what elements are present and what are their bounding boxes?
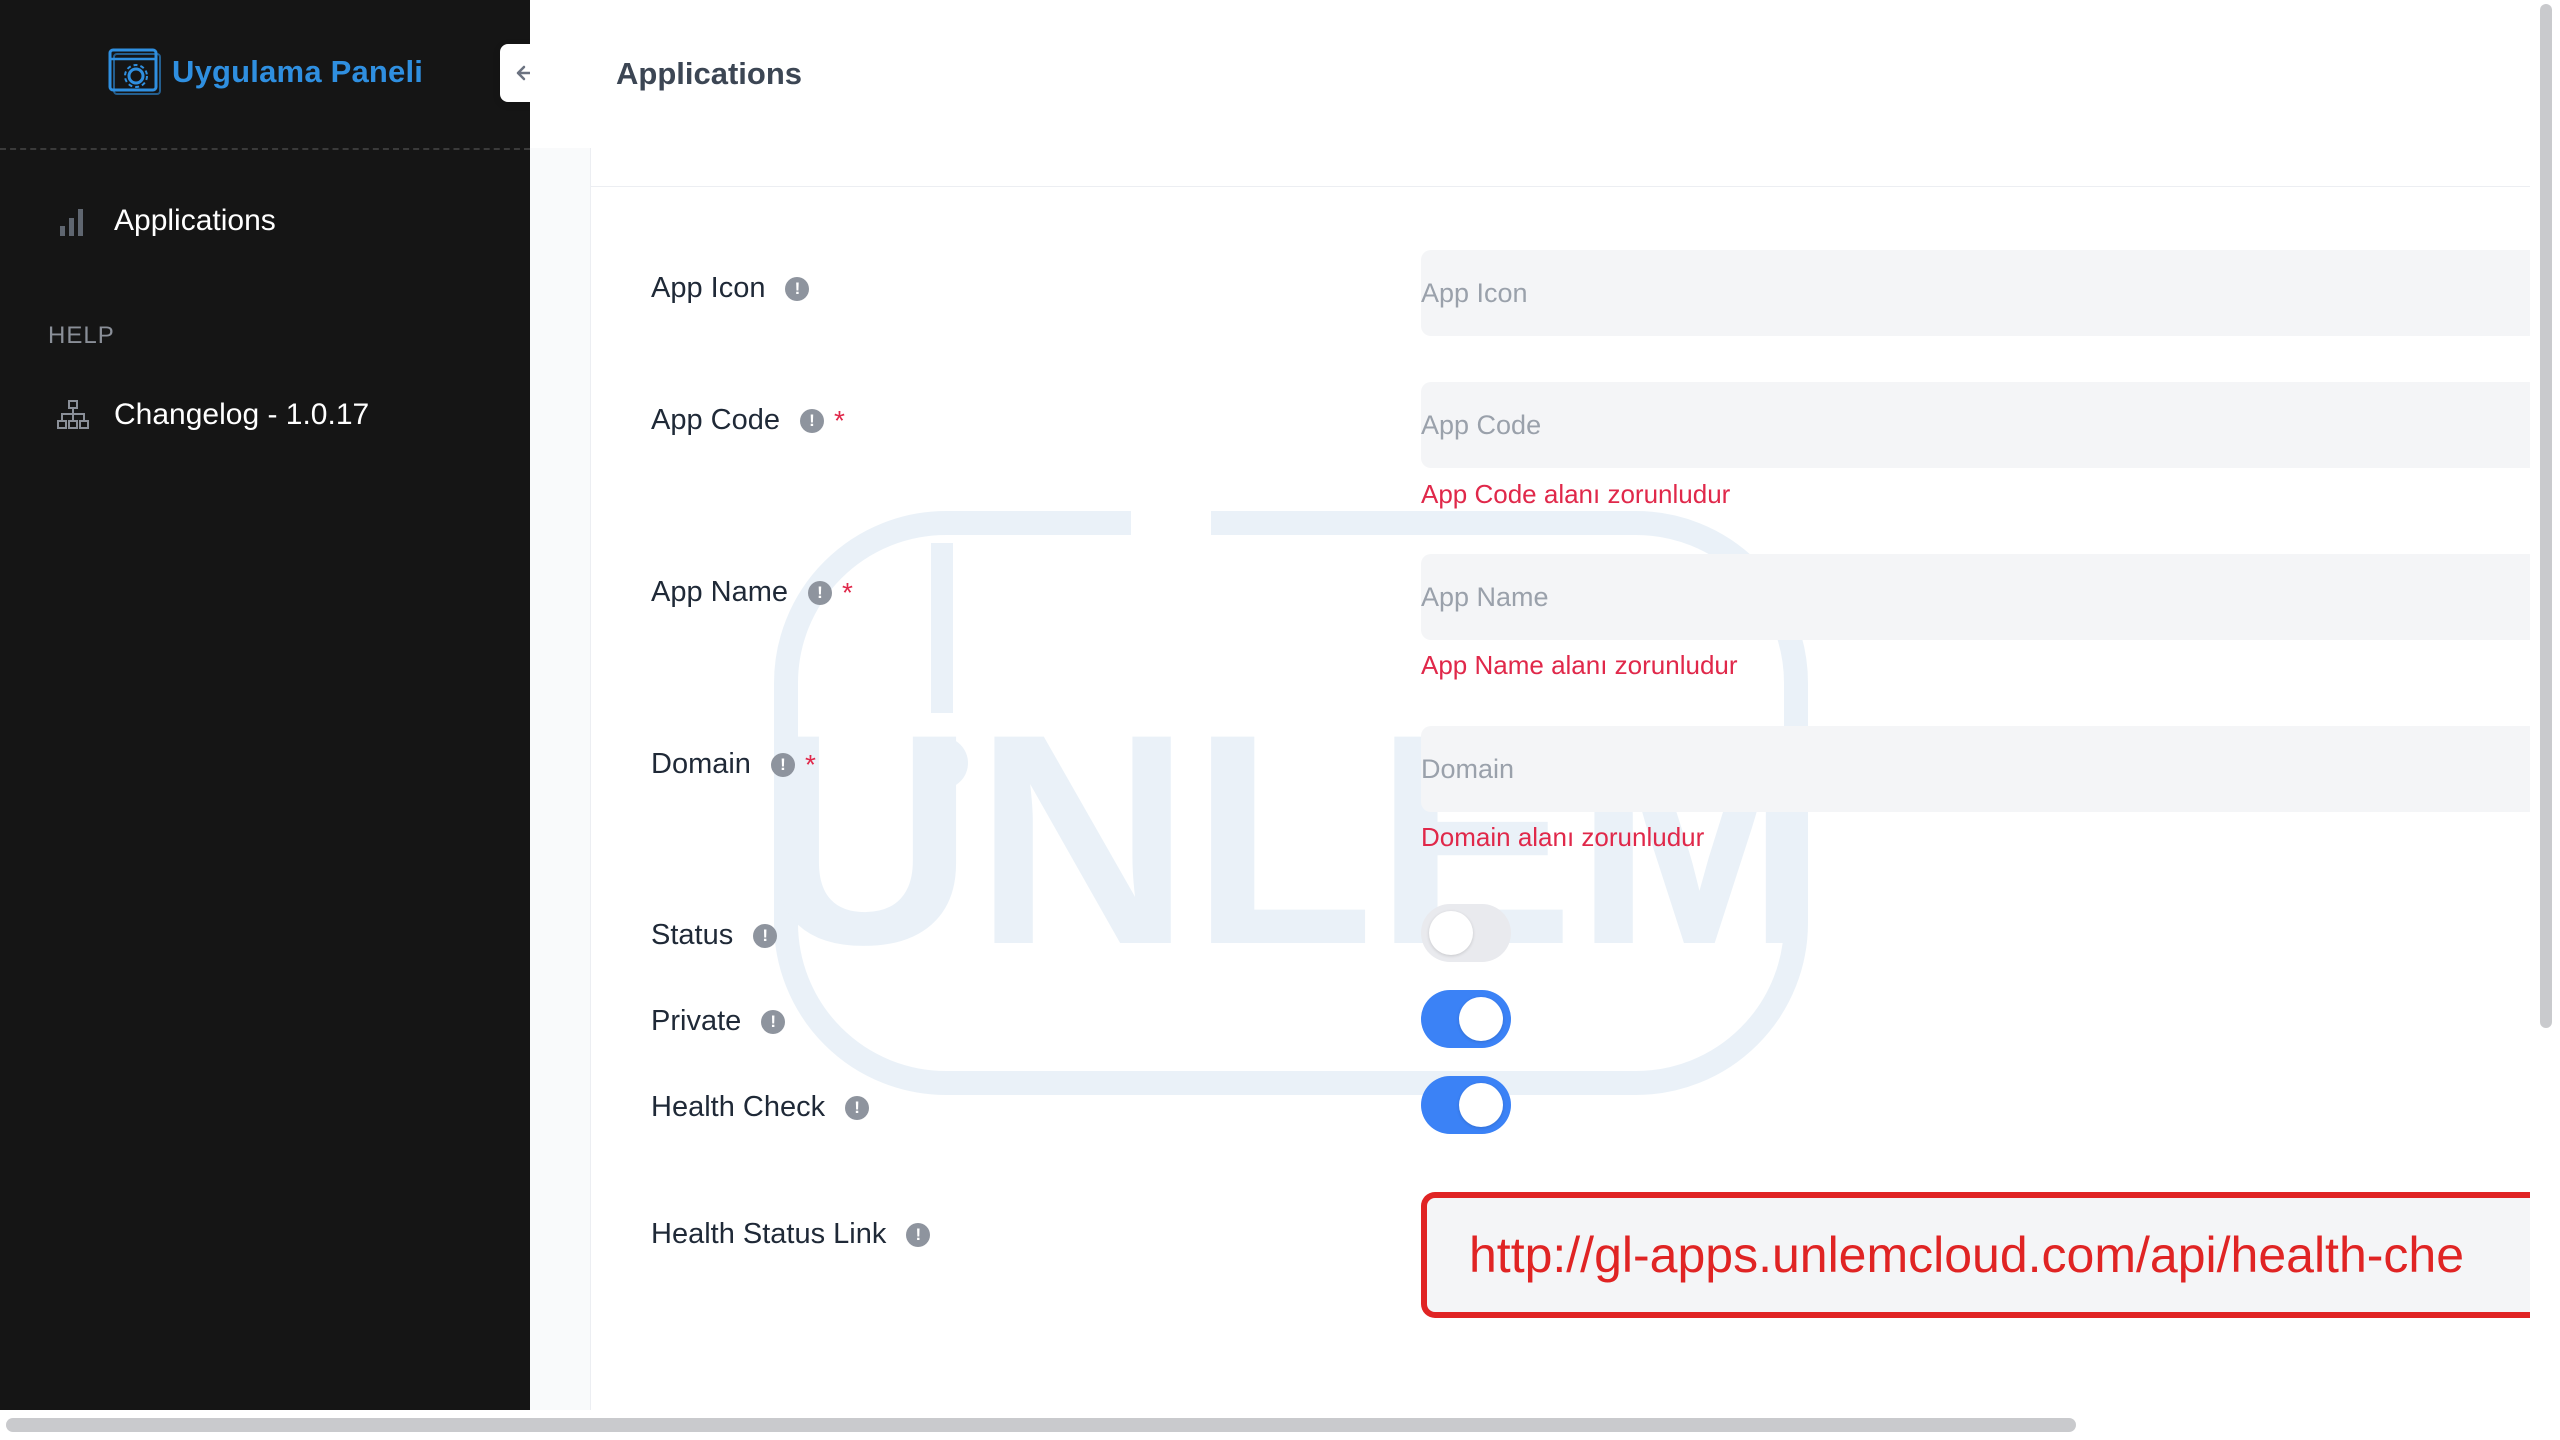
health-status-link-label: Health Status Link ! (651, 1218, 931, 1251)
private-toggle[interactable] (1421, 990, 1511, 1048)
vertical-scrollbar[interactable] (2530, 0, 2560, 1440)
health-status-link-label-text: Health Status Link (651, 1218, 887, 1250)
application-form-card: UNLEM App Icon ! App Code ! * App Code a… (590, 148, 2530, 1410)
app-name-input[interactable] (1421, 554, 2530, 640)
horizontal-scrollbar-thumb[interactable] (6, 1418, 2076, 1432)
app-icon-label: App Icon ! (651, 272, 810, 305)
horizontal-scrollbar[interactable] (0, 1410, 2530, 1440)
health-check-toggle[interactable] (1421, 1076, 1511, 1134)
page-header: Applications (530, 0, 2530, 148)
brand[interactable]: Uygulama Paneli (106, 46, 423, 98)
brand-title: Uygulama Paneli (172, 54, 424, 89)
sidebar-divider (0, 148, 530, 150)
app-panel-logo-icon (108, 48, 161, 95)
app-icon-input[interactable] (1421, 250, 2530, 336)
required-marker: * (842, 576, 853, 608)
sidebar: Uygulama Paneli Applications HELP Change… (0, 0, 530, 1410)
toggle-knob (1459, 997, 1503, 1041)
health-check-label-text: Health Check (651, 1091, 826, 1123)
info-icon[interactable]: ! (770, 752, 795, 777)
status-toggle[interactable] (1421, 904, 1511, 962)
info-icon[interactable]: ! (785, 276, 810, 301)
sidebar-item-label: Changelog - 1.0.17 (114, 398, 370, 431)
domain-label-text: Domain (651, 748, 751, 780)
info-icon[interactable]: ! (800, 408, 824, 433)
app-name-label-text: App Name (651, 576, 789, 608)
app-name-label: App Name ! * (651, 576, 853, 609)
required-marker: * (804, 748, 816, 780)
info-icon[interactable]: ! (808, 580, 833, 605)
app-code-error: App Code alanı zorunludur (1421, 479, 1731, 509)
status-label-text: Status (651, 919, 734, 951)
info-icon[interactable]: ! (906, 1222, 931, 1247)
sidebar-item-label: Applications (114, 204, 276, 237)
health-status-link-input[interactable]: http://gl-apps.unlemcloud.com/api/health… (1421, 1192, 2530, 1318)
app-code-label: App Code ! * (651, 404, 845, 437)
required-marker: * (834, 404, 845, 436)
bar-chart-icon (60, 209, 83, 236)
app-name-error: App Name alanı zorunludur (1421, 650, 1738, 680)
sidebar-item-applications[interactable]: Applications (56, 204, 276, 238)
private-label-text: Private (651, 1005, 742, 1037)
domain-input[interactable] (1421, 726, 2530, 812)
info-icon[interactable]: ! (753, 923, 778, 948)
card-divider (591, 186, 2530, 187)
page-title: Applications (616, 56, 803, 91)
app-icon-label-text: App Icon (651, 272, 766, 304)
private-label: Private ! (651, 1005, 786, 1038)
domain-error: Domain alanı zorunludur (1421, 822, 1705, 852)
vertical-scrollbar-thumb[interactable] (2540, 4, 2552, 1028)
health-check-label: Health Check ! (651, 1091, 870, 1124)
sitemap-icon (57, 400, 89, 429)
health-status-link-value: http://gl-apps.unlemcloud.com/api/health… (1469, 1227, 2465, 1283)
section-label-help: HELP (48, 322, 115, 349)
info-icon[interactable]: ! (761, 1009, 786, 1034)
toggle-knob (1459, 1083, 1503, 1127)
status-label: Status ! (651, 919, 778, 952)
sidebar-item-changelog[interactable]: Changelog - 1.0.17 (56, 398, 369, 432)
info-icon[interactable]: ! (845, 1095, 870, 1120)
domain-label: Domain ! * (651, 748, 816, 781)
app-code-input[interactable] (1421, 382, 2530, 468)
toggle-knob (1429, 911, 1473, 955)
app-code-label-text: App Code (651, 404, 780, 436)
